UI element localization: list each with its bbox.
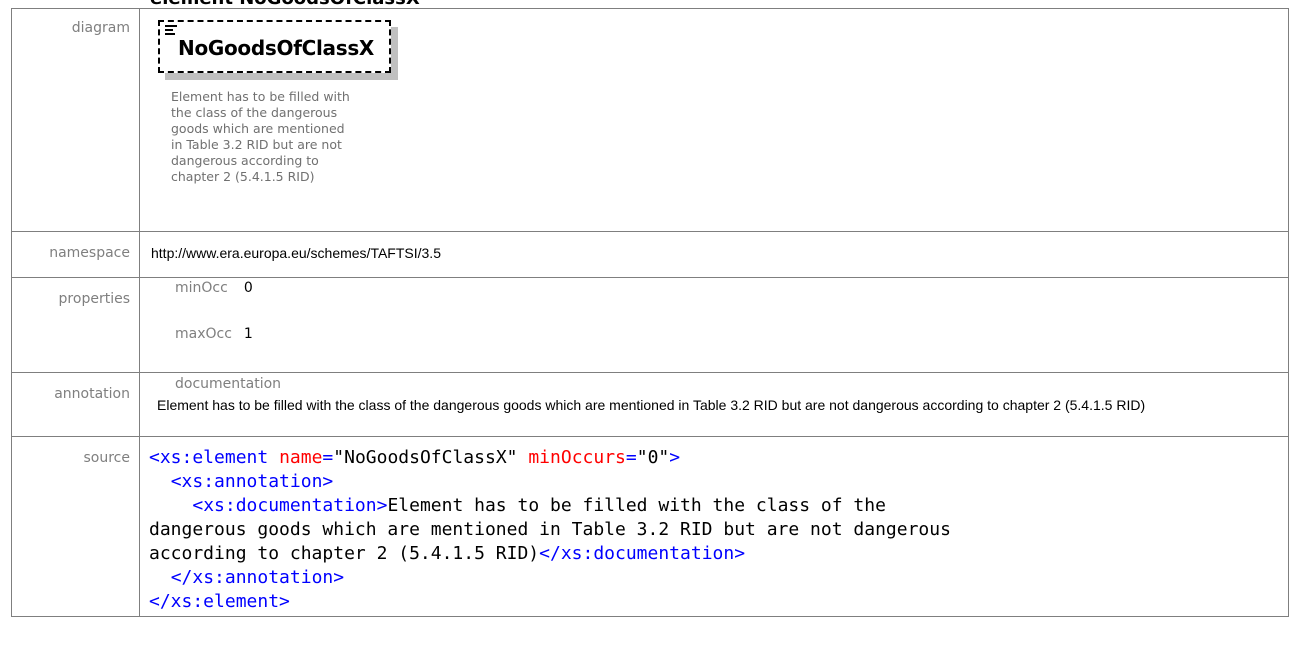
source-tag: </xs:documentation> xyxy=(539,543,746,564)
source-code: <xs:element name="NoGoodsOfClassX" minOc… xyxy=(149,447,951,612)
source-cell: <xs:element name="NoGoodsOfClassX" minOc… xyxy=(139,436,1289,617)
source-tag: <xs:documentation> xyxy=(192,495,388,516)
property-key: maxOcc xyxy=(175,326,232,342)
annotation-row: annotation documentation Element has to … xyxy=(11,372,1289,437)
namespace-value: http://www.era.europa.eu/schemes/TAFTSI/… xyxy=(151,245,441,261)
property-value: 1 xyxy=(243,326,253,342)
properties-list: minOcc 0 maxOcc 1 xyxy=(175,280,253,372)
diagram-label: diagram xyxy=(11,8,140,232)
doc-line: Element has to be filled with xyxy=(171,89,350,104)
source-tag: </xs:annotation> xyxy=(170,567,345,588)
source-tag: > xyxy=(669,447,681,468)
property-value: 0 xyxy=(243,280,253,296)
source-text: Element has to be filled with the class … xyxy=(387,495,886,516)
namespace-label: namespace xyxy=(11,231,140,278)
properties-cell: minOcc 0 maxOcc 1 xyxy=(139,277,1289,373)
source-tag: <xs:annotation> xyxy=(170,471,334,492)
element-properties-table: diagram NoGoodsOfClassX Element has to b… xyxy=(11,8,1289,617)
property-key: minOcc xyxy=(175,280,228,296)
source-label: source xyxy=(11,436,140,617)
source-attr-name: minOccurs xyxy=(528,447,626,468)
doc-line: in Table 3.2 RID but are not xyxy=(171,137,342,152)
doc-line: the class of the dangerous xyxy=(171,105,338,120)
doc-line: chapter 2 (5.4.1.5 RID) xyxy=(171,169,315,184)
source-attr-name: name xyxy=(279,447,323,468)
diagram-row: diagram NoGoodsOfClassX Element has to b… xyxy=(11,8,1289,232)
source-tag: </xs:element> xyxy=(149,591,290,612)
element-diagram: NoGoodsOfClassX Element has to be filled… xyxy=(140,9,1288,231)
properties-label: properties xyxy=(11,277,140,373)
source-attr-value: "NoGoodsOfClassX" xyxy=(333,447,518,468)
annotation-cell: documentation Element has to be filled w… xyxy=(139,372,1289,437)
source-tag: <xs:element xyxy=(149,447,269,468)
annotation-heading: documentation xyxy=(175,376,282,392)
diagram-cell: NoGoodsOfClassX Element has to be filled… xyxy=(139,8,1289,232)
source-text: dangerous goods which are mentioned in T… xyxy=(149,519,951,540)
source-attr-value: "0" xyxy=(636,447,670,468)
page-heading-fragment: element NoGoodsOfClassX xyxy=(0,0,1289,8)
source-text: according to chapter 2 (5.4.1.5 RID) xyxy=(149,543,540,564)
page-heading-text: element NoGoodsOfClassX xyxy=(150,0,420,8)
namespace-cell: http://www.era.europa.eu/schemes/TAFTSI/… xyxy=(139,231,1289,278)
sequence-list-icon xyxy=(165,25,177,35)
namespace-row: namespace http://www.era.europa.eu/schem… xyxy=(11,231,1289,278)
annotation-text: Element has to be filled with the class … xyxy=(157,397,1146,413)
annotation-label: annotation xyxy=(11,372,140,437)
property-item: maxOcc 1 xyxy=(175,326,253,372)
properties-row: properties minOcc 0 maxOcc 1 xyxy=(11,277,1289,373)
property-item: minOcc 0 xyxy=(175,280,253,326)
element-node-documentation: Element has to be filled with the class … xyxy=(171,89,383,185)
source-row: source <xs:element name="NoGoodsOfClassX… xyxy=(11,436,1289,617)
doc-line: dangerous according to xyxy=(171,153,319,168)
element-node[interactable]: NoGoodsOfClassX xyxy=(158,20,391,73)
element-node-name: NoGoodsOfClassX xyxy=(178,36,375,60)
doc-line: goods which are mentioned xyxy=(171,121,345,136)
